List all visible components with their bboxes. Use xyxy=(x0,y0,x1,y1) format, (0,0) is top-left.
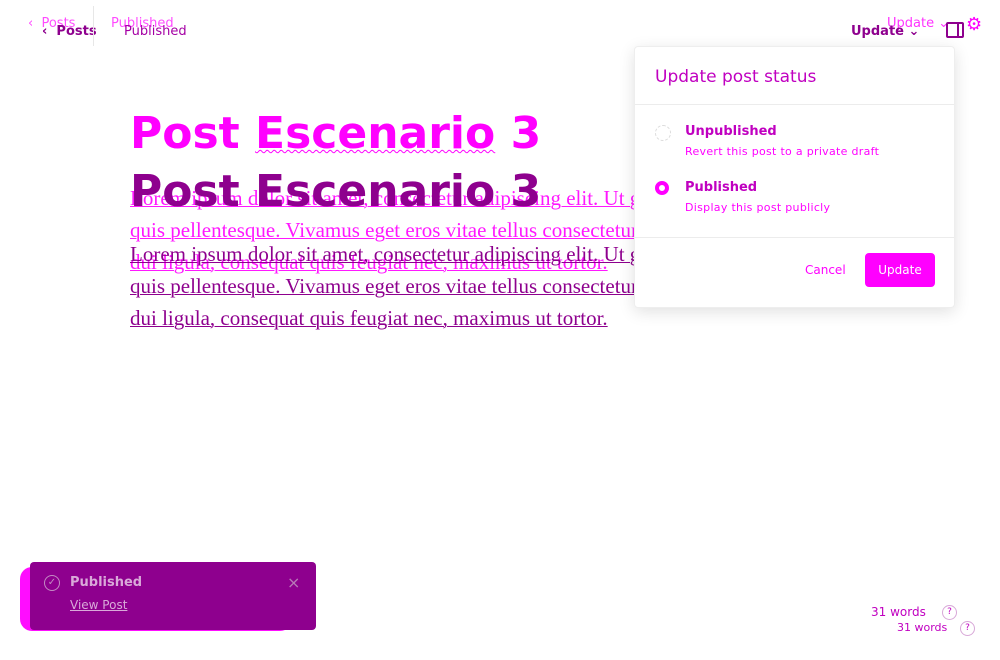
word-count-ghost: 31 words xyxy=(871,605,926,619)
toast-title: Published xyxy=(70,575,143,590)
update-menu-button[interactable]: Update ⌄ xyxy=(851,24,919,39)
gear-icon[interactable]: ⚙ xyxy=(966,14,982,35)
cancel-button[interactable]: Cancel xyxy=(805,263,846,277)
published-radio[interactable] xyxy=(655,181,669,195)
update-button[interactable]: Update xyxy=(865,253,935,287)
word-count: 31 words xyxy=(897,621,948,634)
close-icon[interactable]: × xyxy=(287,573,300,592)
popover-divider xyxy=(635,104,954,105)
post-status: Published xyxy=(124,24,187,39)
check-circle-icon: ✓ xyxy=(44,575,60,591)
popover-divider xyxy=(635,237,954,238)
unpublished-description: Revert this post to a private draft xyxy=(685,145,880,158)
view-post-link[interactable]: View Post xyxy=(70,598,127,612)
post-title[interactable]: Post Escenario 3 xyxy=(130,166,541,217)
popover-title: Update post status xyxy=(655,67,817,87)
sidebar-toggle-icon[interactable] xyxy=(946,22,964,38)
unpublished-radio[interactable] xyxy=(655,125,671,141)
post-title-ghost[interactable]: Post Escenario 3 xyxy=(130,108,541,159)
unpublished-label[interactable]: Unpublished xyxy=(685,124,777,139)
help-icon[interactable]: ? xyxy=(942,605,957,620)
back-to-posts-link[interactable]: ‹ Posts xyxy=(42,24,97,39)
published-description: Display this post publicly xyxy=(685,201,831,214)
help-icon[interactable]: ? xyxy=(960,621,975,636)
update-status-popover: Update post status Unpublished Revert th… xyxy=(634,46,955,308)
chevron-down-icon: ⌄ xyxy=(908,24,920,39)
published-toast: ✓ Published View Post × xyxy=(30,562,316,630)
header-divider xyxy=(93,6,94,46)
published-label[interactable]: Published xyxy=(685,180,757,195)
